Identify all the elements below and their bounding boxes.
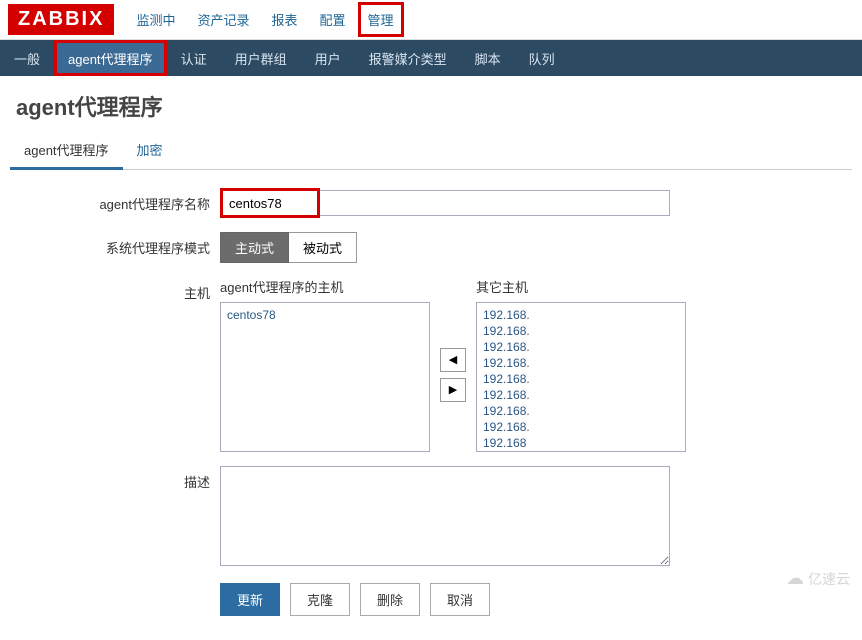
other-hosts-label: 其它主机 [476, 277, 686, 296]
watermark-text: 亿速云 [808, 569, 850, 589]
triangle-right-icon: ▶ [449, 383, 457, 396]
desc-textarea[interactable] [220, 466, 670, 566]
list-item[interactable]: centos78 [225, 307, 425, 323]
move-left-button[interactable]: ◀ [440, 348, 466, 372]
delete-button[interactable]: 删除 [360, 583, 420, 616]
agent-hosts-col: agent代理程序的主机 centos78 [220, 277, 430, 452]
name-input-rest[interactable] [320, 190, 670, 216]
list-item[interactable]: 192.168. [481, 419, 681, 435]
tabs: agent代理程序 加密 [10, 132, 852, 170]
update-button[interactable]: 更新 [220, 583, 280, 616]
subnav-proxy[interactable]: agent代理程序 [54, 40, 167, 76]
page-title: agent代理程序 [0, 76, 862, 132]
list-item[interactable]: 192.168. [481, 387, 681, 403]
logo: ZABBIX [8, 4, 114, 35]
topnav-config[interactable]: 配置 [310, 2, 356, 37]
list-item[interactable]: 192.168. [481, 339, 681, 355]
row-hosts: 主机 agent代理程序的主机 centos78 ◀ ▶ 其它主机 192.16… [10, 277, 852, 452]
form: agent代理程序名称 系统代理程序模式 主动式 被动式 主机 agent代理程… [0, 170, 862, 640]
list-item[interactable]: 192.168. [481, 307, 681, 323]
row-desc: 描述 [10, 466, 852, 569]
topnav-admin[interactable]: 管理 [358, 2, 404, 37]
list-item[interactable]: 192.168. [481, 355, 681, 371]
agent-hosts-label: agent代理程序的主机 [220, 277, 430, 296]
hosts-label: 主机 [10, 277, 220, 302]
subnav-usergroups[interactable]: 用户群组 [221, 40, 301, 76]
agent-hosts-box[interactable]: centos78 [220, 302, 430, 452]
cancel-button[interactable]: 取消 [430, 583, 490, 616]
row-actions: 更新 克隆 删除 取消 [10, 583, 852, 616]
row-mode: 系统代理程序模式 主动式 被动式 [10, 232, 852, 263]
triangle-left-icon: ◀ [449, 353, 457, 366]
subnav-scripts[interactable]: 脚本 [461, 40, 515, 76]
sub-nav: 一般 agent代理程序 认证 用户群组 用户 报警媒介类型 脚本 队列 [0, 40, 862, 76]
watermark: ☁ 亿速云 [786, 568, 850, 589]
other-hosts-col: 其它主机 192.168. 192.168. 192.168. 192.168.… [476, 277, 686, 452]
name-input[interactable] [220, 188, 320, 218]
mode-label: 系统代理程序模式 [10, 232, 220, 257]
clone-button[interactable]: 克隆 [290, 583, 350, 616]
cloud-icon: ☁ [786, 568, 804, 589]
name-label: agent代理程序名称 [10, 188, 220, 213]
other-hosts-box[interactable]: 192.168. 192.168. 192.168. 192.168. 192.… [476, 302, 686, 452]
topnav-monitoring[interactable]: 监测中 [126, 2, 185, 37]
list-item[interactable]: 192.168. [481, 371, 681, 387]
desc-label: 描述 [10, 466, 220, 491]
tab-proxy[interactable]: agent代理程序 [10, 132, 123, 170]
arrow-col: ◀ ▶ [440, 348, 466, 402]
mode-passive-button[interactable]: 被动式 [289, 232, 357, 263]
mode-group: 主动式 被动式 [220, 232, 852, 263]
subnav-mediatypes[interactable]: 报警媒介类型 [355, 40, 461, 76]
row-name: agent代理程序名称 [10, 188, 852, 218]
topnav-reports[interactable]: 报表 [261, 2, 307, 37]
list-item[interactable]: 192.168. [481, 403, 681, 419]
subnav-users[interactable]: 用户 [301, 40, 355, 76]
subnav-general[interactable]: 一般 [0, 40, 54, 76]
subnav-auth[interactable]: 认证 [167, 40, 221, 76]
list-item[interactable]: 192.168. [481, 323, 681, 339]
topnav-inventory[interactable]: 资产记录 [187, 2, 259, 37]
tab-encryption[interactable]: 加密 [123, 132, 177, 169]
mode-active-button[interactable]: 主动式 [220, 232, 289, 263]
subnav-queue[interactable]: 队列 [515, 40, 569, 76]
move-right-button[interactable]: ▶ [440, 378, 466, 402]
top-nav: ZABBIX 监测中 资产记录 报表 配置 管理 [0, 0, 862, 40]
top-nav-items: 监测中 资产记录 报表 配置 管理 [126, 2, 403, 37]
list-item[interactable]: 192.168 [481, 435, 681, 451]
